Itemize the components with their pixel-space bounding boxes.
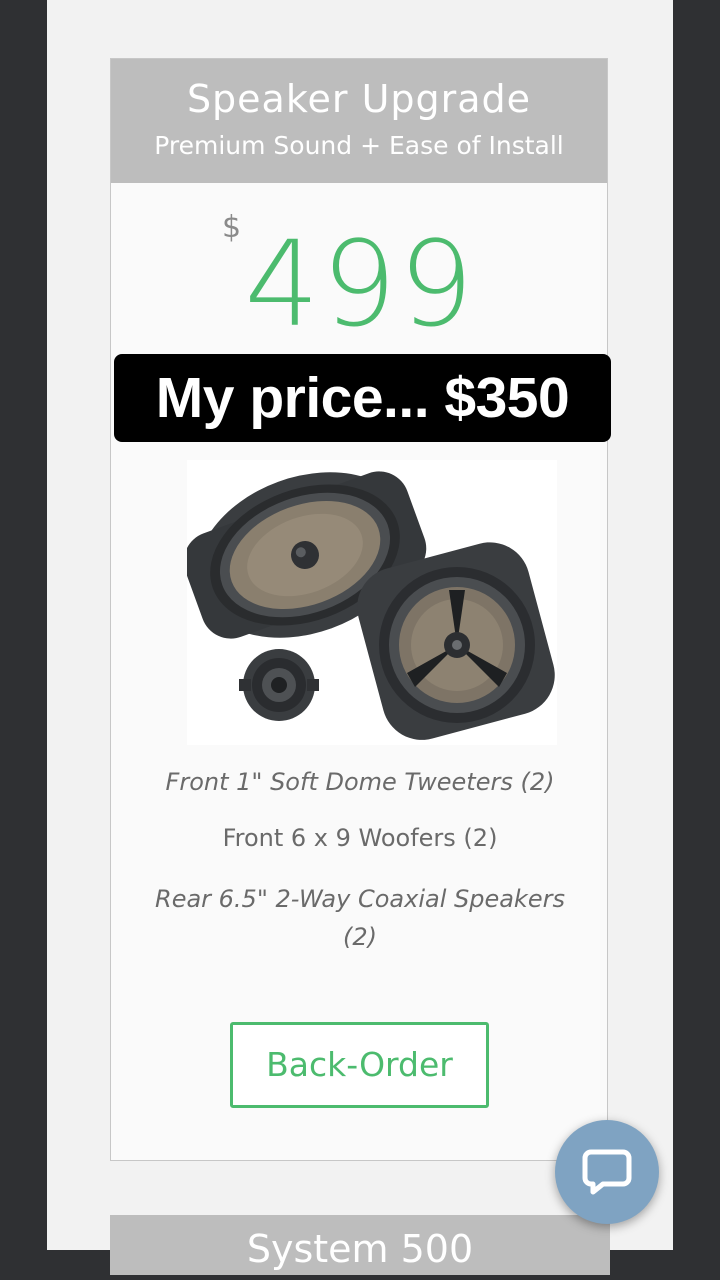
feature-coaxial-speakers: Rear 6.5" 2-Way Coaxial Speakers (2) xyxy=(155,885,565,951)
card-title: Speaker Upgrade xyxy=(186,77,532,121)
next-pricing-card-header: System 500 xyxy=(110,1215,610,1275)
price-value: 499 xyxy=(244,215,476,353)
next-card-title: System 500 xyxy=(246,1227,474,1271)
card-header: Speaker Upgrade Premium Sound + Ease of … xyxy=(111,59,607,183)
product-image-speakers xyxy=(183,460,557,745)
feature-tweeters: Front 1" Soft Dome Tweeters (2) xyxy=(165,768,555,796)
feature-woofers: Front 6 x 9 Woofers (2) xyxy=(222,824,498,852)
tweeter-image xyxy=(239,649,319,721)
promo-price-banner: My price... $350 xyxy=(114,354,611,442)
card-subtitle: Premium Sound + Ease of Install xyxy=(154,131,564,160)
chat-bubble-icon xyxy=(582,1149,632,1195)
chat-button[interactable] xyxy=(555,1120,659,1224)
back-order-button[interactable]: Back-Order xyxy=(230,1022,489,1108)
